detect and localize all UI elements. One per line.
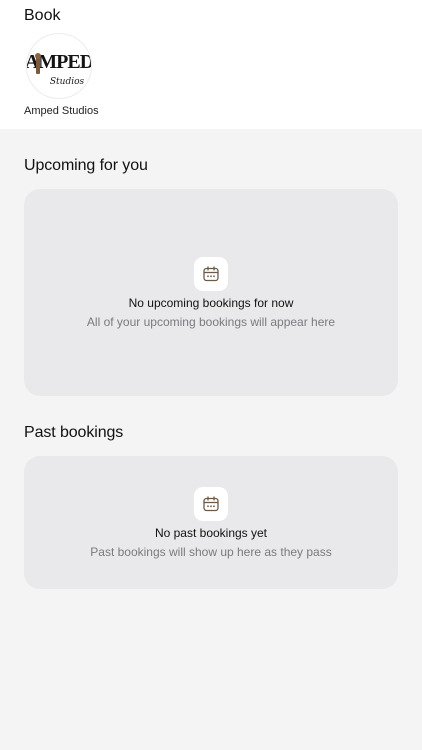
calendar-icon: [203, 496, 219, 512]
studio-logo: AMPED Studios: [26, 33, 92, 99]
header-area: Book AMPED Studios Amped Studios: [0, 0, 422, 129]
logo-script: Studios: [50, 77, 85, 87]
past-empty-card: No past bookings yet Past bookings will …: [24, 456, 398, 589]
upcoming-empty-subtitle: All of your upcoming bookings will appea…: [86, 315, 336, 329]
past-empty-title: No past bookings yet: [154, 526, 268, 540]
past-empty-subtitle: Past bookings will show up here as they …: [90, 545, 332, 559]
past-section-title: Past bookings: [24, 424, 124, 441]
studio-card[interactable]: AMPED Studios Amped Studios: [24, 33, 99, 118]
studio-name: Amped Studios: [24, 105, 99, 117]
page-title: Book: [24, 7, 61, 24]
studio-logo-graphic: AMPED Studios: [27, 51, 91, 87]
upcoming-section-title: Upcoming for you: [24, 157, 148, 174]
upcoming-calendar-icon-box: [194, 257, 228, 291]
past-calendar-icon-box: [194, 487, 228, 521]
upcoming-empty-title: No upcoming bookings for now: [128, 296, 294, 310]
calendar-icon: [203, 266, 219, 282]
upcoming-empty-card: No upcoming bookings for now All of your…: [24, 189, 398, 396]
